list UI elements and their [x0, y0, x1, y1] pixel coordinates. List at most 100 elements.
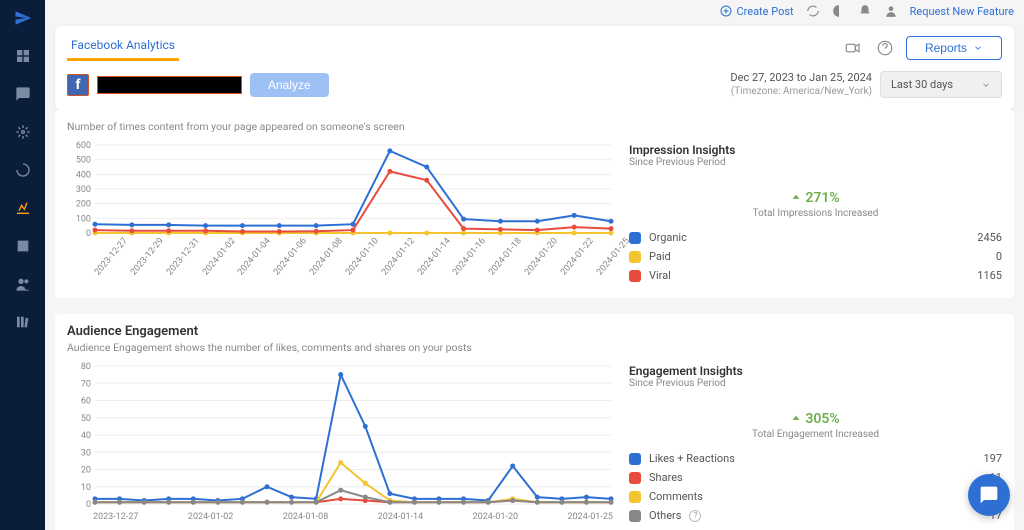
- users-icon[interactable]: [13, 274, 33, 294]
- impressions-desc: Number of times content from your page a…: [67, 120, 1002, 133]
- legend-label: Shares: [649, 471, 683, 484]
- svg-text:100: 100: [76, 215, 91, 225]
- engagement-x-labels: 2023-12-27 2024-01-02 2024-01-08 2024-01-14…: [67, 510, 617, 522]
- legend-value: 1165: [977, 269, 1002, 282]
- topbar: Create Post Request New Feature: [45, 0, 1024, 22]
- sidebar: [0, 0, 45, 530]
- engagement-insights-title: Engagement Insights: [629, 364, 1002, 378]
- impressions-percent: 271%: [629, 190, 1002, 206]
- legend-value: 197: [983, 452, 1002, 465]
- legend-dot: [629, 270, 641, 282]
- facebook-icon: f: [67, 74, 89, 96]
- engagement-percent: 305%: [629, 411, 1002, 427]
- legend-row: Paid 0: [629, 250, 1002, 263]
- svg-text:30: 30: [81, 449, 91, 459]
- legend-row: Likes + Reactions 197: [629, 452, 1002, 465]
- impressions-x-labels: 2023-12-272023-12-292023-12-312024-01-02…: [67, 269, 617, 281]
- loop-icon[interactable]: [13, 160, 33, 180]
- legend-row: Viral 1165: [629, 269, 1002, 282]
- engagement-desc: Audience Engagement shows the number of …: [67, 341, 1002, 354]
- svg-text:0: 0: [86, 229, 91, 239]
- legend-dot: [629, 472, 641, 484]
- impressions-percent-label: Total Impressions Increased: [629, 208, 1002, 219]
- bell-icon[interactable]: [858, 4, 872, 18]
- svg-text:70: 70: [81, 380, 91, 390]
- legend-dot: [629, 453, 641, 465]
- timezone-text: (Timezone: America/New_York): [730, 85, 872, 98]
- legend-row: Others?17: [629, 509, 1002, 522]
- chat-fab[interactable]: [968, 474, 1010, 516]
- video-icon[interactable]: [842, 37, 864, 59]
- x-tick-label: 2024-01-25: [568, 512, 613, 522]
- svg-text:80: 80: [81, 362, 91, 372]
- help-icon[interactable]: [874, 37, 896, 59]
- analyze-button[interactable]: Analyze: [250, 73, 329, 97]
- legend-label: Others: [649, 509, 681, 522]
- request-feature-link[interactable]: Request New Feature: [910, 5, 1014, 18]
- impressions-section: Number of times content from your page a…: [55, 110, 1014, 298]
- svg-text:60: 60: [81, 397, 91, 407]
- library-icon[interactable]: [13, 312, 33, 332]
- svg-text:500: 500: [76, 156, 91, 166]
- legend-dot: [629, 251, 641, 263]
- dashboard-icon[interactable]: [13, 46, 33, 66]
- svg-text:200: 200: [76, 200, 91, 210]
- legend-row: Comments17: [629, 490, 1002, 503]
- engagement-insights: Engagement Insights Since Previous Perio…: [629, 360, 1002, 522]
- inbox-icon[interactable]: [13, 236, 33, 256]
- x-tick-label: 2024-01-08: [283, 512, 328, 522]
- x-tick-label: 2024-01-14: [378, 512, 423, 522]
- engagement-insights-sub: Since Previous Period: [629, 378, 1002, 389]
- impressions-chart: 0 100 200 300 400 500 600 2023-12-272023-12-29…: [67, 139, 617, 282]
- legend-label: Likes + Reactions: [649, 452, 735, 465]
- help-icon[interactable]: ?: [689, 510, 701, 522]
- x-tick-label: 2024-01-20: [473, 512, 518, 522]
- svg-text:20: 20: [81, 466, 91, 476]
- reports-label: Reports: [925, 41, 967, 55]
- brand-logo-icon[interactable]: [13, 8, 33, 28]
- refresh-icon[interactable]: [806, 4, 820, 18]
- x-tick-label: 2023-12-27: [93, 512, 138, 522]
- comments-icon[interactable]: [13, 84, 33, 104]
- network-icon[interactable]: [13, 122, 33, 142]
- impressions-legend: Organic 2456 Paid 0 Viral 1165: [629, 231, 1002, 282]
- reports-button[interactable]: Reports: [906, 36, 1002, 60]
- account-name-redacted: [97, 76, 242, 94]
- legend-value: 0: [996, 250, 1002, 263]
- x-tick-label: 2024-01-02: [188, 512, 233, 522]
- svg-text:600: 600: [76, 141, 91, 151]
- legend-label: Organic: [649, 231, 687, 244]
- legend-row: Shares11: [629, 471, 1002, 484]
- impressions-insights-title: Impression Insights: [629, 143, 1002, 157]
- engagement-percent-value: 305%: [805, 411, 839, 427]
- svg-text:10: 10: [81, 483, 91, 493]
- svg-text:400: 400: [76, 171, 91, 181]
- legend-label: Paid: [649, 250, 671, 263]
- content-area: Number of times content from your page a…: [45, 110, 1024, 530]
- legend-dot: [629, 510, 641, 522]
- user-icon[interactable]: [884, 4, 898, 18]
- engagement-legend: Likes + Reactions 197 Shares11 Comments17 Ot…: [629, 452, 1002, 522]
- impressions-percent-value: 271%: [805, 190, 839, 206]
- impressions-insights: Impression Insights Since Previous Perio…: [629, 139, 1002, 282]
- page-tab-title: Facebook Analytics: [67, 34, 179, 61]
- engagement-chart: 01020304050607080 2023-12-272024-01-0220…: [67, 360, 617, 522]
- svg-text:300: 300: [76, 185, 91, 195]
- analytics-header-card: Facebook Analytics Reports f Analyze Dec…: [55, 26, 1014, 110]
- analytics-icon[interactable]: [13, 198, 33, 218]
- half-circle-icon[interactable]: [832, 4, 846, 18]
- engagement-percent-label: Total Engagement Increased: [629, 429, 1002, 440]
- legend-label: Comments: [649, 490, 703, 503]
- svg-text:40: 40: [81, 431, 91, 441]
- range-dropdown-label: Last 30 days: [891, 78, 953, 91]
- engagement-section: Audience Engagement Audience Engagement …: [55, 314, 1014, 530]
- legend-value: 2456: [977, 231, 1002, 244]
- date-range-text: Dec 27, 2023 to Jan 25, 2024: [730, 71, 872, 85]
- impressions-insights-sub: Since Previous Period: [629, 157, 1002, 168]
- range-dropdown[interactable]: Last 30 days: [880, 71, 1002, 98]
- legend-label: Viral: [649, 269, 671, 282]
- create-post-label: Create Post: [736, 5, 793, 18]
- svg-text:0: 0: [86, 500, 91, 510]
- engagement-title: Audience Engagement: [67, 324, 1002, 339]
- create-post-link[interactable]: Create Post: [720, 5, 793, 18]
